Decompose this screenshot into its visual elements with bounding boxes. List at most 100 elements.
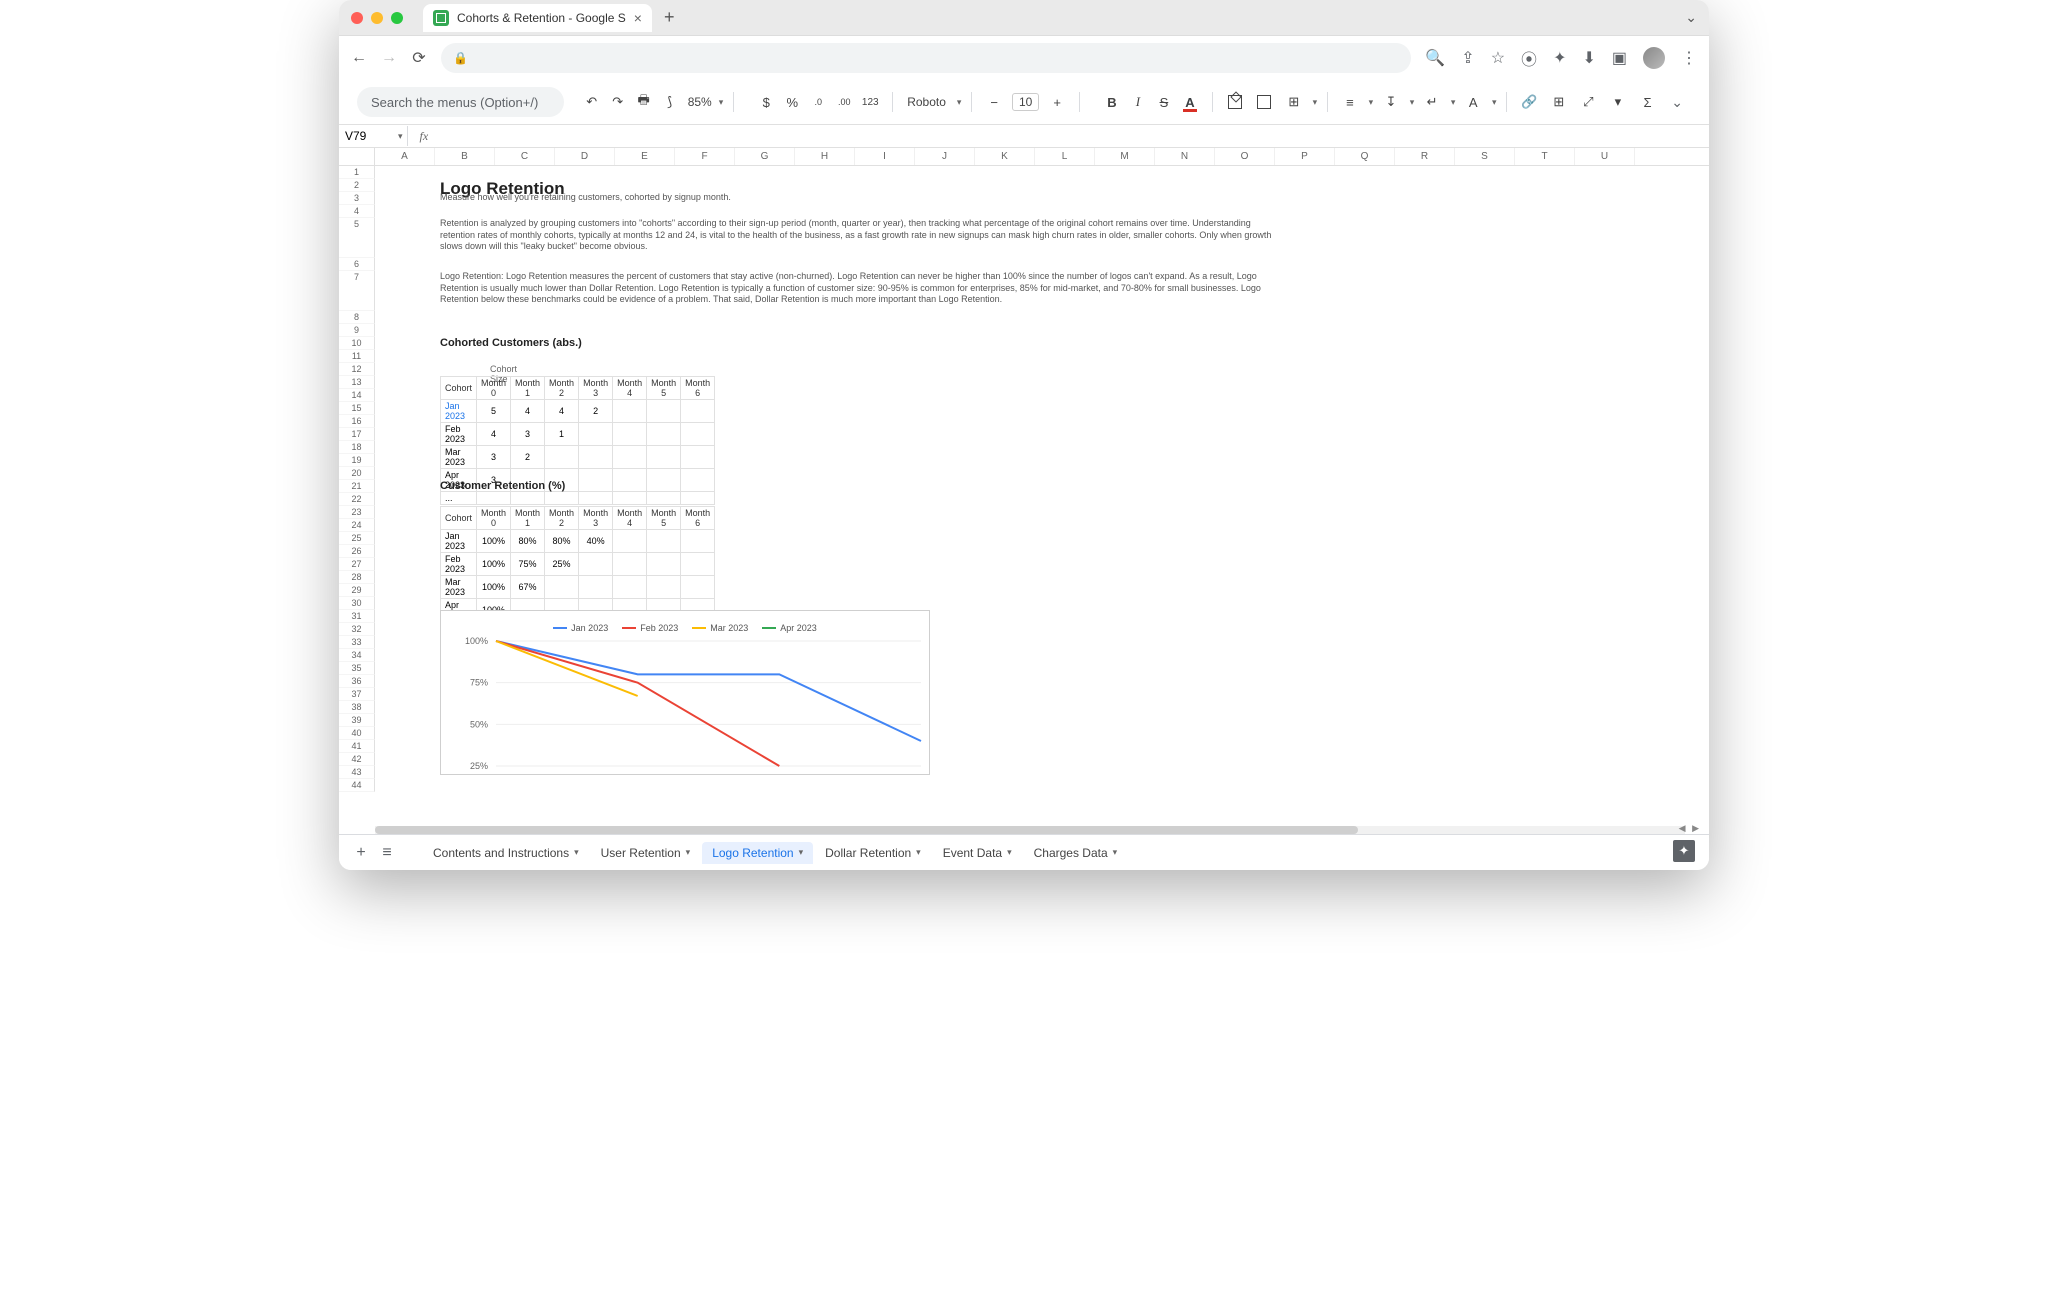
row-header[interactable]: 41 bbox=[339, 740, 375, 753]
valign-button[interactable]: ↧ bbox=[1379, 90, 1403, 114]
lens-icon[interactable]: 🔍 bbox=[1425, 48, 1445, 68]
column-header[interactable]: F bbox=[675, 148, 735, 165]
row-header[interactable]: 42 bbox=[339, 753, 375, 766]
bold-button[interactable]: B bbox=[1100, 90, 1124, 114]
functions-button[interactable]: Σ bbox=[1636, 90, 1660, 114]
column-header[interactable]: K bbox=[975, 148, 1035, 165]
back-button[interactable]: ← bbox=[351, 50, 367, 66]
column-header[interactable]: P bbox=[1275, 148, 1335, 165]
column-header[interactable]: N bbox=[1155, 148, 1215, 165]
row-header[interactable]: 14 bbox=[339, 389, 375, 402]
row-header[interactable]: 34 bbox=[339, 649, 375, 662]
collapse-toolbar-icon[interactable]: ⌄ bbox=[1671, 94, 1683, 111]
account-icon[interactable]: ⦿ bbox=[1521, 46, 1537, 70]
link-button[interactable]: 🔗 bbox=[1517, 90, 1541, 114]
close-tab-icon[interactable]: × bbox=[634, 10, 642, 26]
zoom-chevron-icon[interactable]: ▾ bbox=[719, 97, 724, 108]
row-header[interactable]: 6 bbox=[339, 258, 375, 271]
column-header[interactable]: D bbox=[555, 148, 615, 165]
row-header[interactable]: 38 bbox=[339, 701, 375, 714]
row-header[interactable]: 12 bbox=[339, 363, 375, 376]
row-header[interactable]: 3 bbox=[339, 192, 375, 205]
column-header[interactable]: B bbox=[435, 148, 495, 165]
row-header[interactable]: 18 bbox=[339, 441, 375, 454]
row-header[interactable]: 8 bbox=[339, 311, 375, 324]
add-sheet-button[interactable]: + bbox=[351, 844, 371, 862]
merge-chevron-icon[interactable]: ▾ bbox=[1313, 97, 1318, 108]
row-header[interactable]: 21 bbox=[339, 480, 375, 493]
close-window-button[interactable] bbox=[351, 12, 363, 24]
rotate-button[interactable]: A bbox=[1461, 90, 1485, 114]
row-header[interactable]: 32 bbox=[339, 623, 375, 636]
column-header[interactable]: Q bbox=[1335, 148, 1395, 165]
column-header[interactable]: S bbox=[1455, 148, 1515, 165]
row-header[interactable]: 28 bbox=[339, 571, 375, 584]
row-header[interactable]: 26 bbox=[339, 545, 375, 558]
row-header[interactable]: 33 bbox=[339, 636, 375, 649]
filter-button[interactable]: ▾ bbox=[1606, 90, 1630, 114]
paint-format-button[interactable]: ⟆ bbox=[658, 90, 682, 114]
sheet-tab[interactable]: Contents and Instructions▾ bbox=[423, 842, 589, 864]
wrap-button[interactable]: ↵ bbox=[1420, 90, 1444, 114]
row-header[interactable]: 43 bbox=[339, 766, 375, 779]
column-header[interactable]: U bbox=[1575, 148, 1635, 165]
column-header[interactable]: G bbox=[735, 148, 795, 165]
chevron-down-icon[interactable]: ▾ bbox=[799, 847, 804, 858]
spreadsheet-grid[interactable]: ABCDEFGHIJKLMNOPQRSTU 123456789101112131… bbox=[339, 148, 1709, 834]
explore-button[interactable]: ✦ bbox=[1673, 840, 1695, 862]
row-header[interactable]: 9 bbox=[339, 324, 375, 337]
minimize-window-button[interactable] bbox=[371, 12, 383, 24]
cohort-cell[interactable]: Jan 2023 bbox=[441, 400, 477, 423]
row-header[interactable]: 2 bbox=[339, 179, 375, 192]
forward-button[interactable]: → bbox=[381, 50, 397, 66]
sheet-tab[interactable]: User Retention▾ bbox=[591, 842, 701, 864]
font-size-input[interactable]: 10 bbox=[1012, 93, 1039, 111]
downloads-icon[interactable]: ⬇ bbox=[1582, 48, 1595, 68]
column-header[interactable]: M bbox=[1095, 148, 1155, 165]
strikethrough-button[interactable]: S bbox=[1152, 90, 1176, 114]
percent-button[interactable]: % bbox=[780, 90, 804, 114]
row-header[interactable]: 27 bbox=[339, 558, 375, 571]
zoom-dropdown[interactable]: 85% bbox=[684, 95, 716, 109]
all-sheets-button[interactable]: ≡ bbox=[377, 844, 397, 862]
sheet-tab[interactable]: Charges Data▾ bbox=[1024, 842, 1128, 864]
comment-button[interactable]: ⊞ bbox=[1547, 90, 1571, 114]
column-header[interactable]: O bbox=[1215, 148, 1275, 165]
decrease-decimal-button[interactable]: .0 bbox=[806, 90, 830, 114]
row-header[interactable]: 15 bbox=[339, 402, 375, 415]
column-header[interactable]: A bbox=[375, 148, 435, 165]
column-header[interactable]: H bbox=[795, 148, 855, 165]
row-header[interactable]: 19 bbox=[339, 454, 375, 467]
row-header[interactable]: 10 bbox=[339, 337, 375, 350]
sheet-tab[interactable]: Dollar Retention▾ bbox=[815, 842, 931, 864]
row-header[interactable]: 37 bbox=[339, 688, 375, 701]
horizontal-scrollbar[interactable] bbox=[375, 826, 1685, 834]
chevron-down-icon[interactable]: ▾ bbox=[916, 847, 921, 858]
fullscreen-window-button[interactable] bbox=[391, 12, 403, 24]
decrease-font-button[interactable]: − bbox=[982, 90, 1006, 114]
sidepanel-icon[interactable]: ▣ bbox=[1612, 48, 1627, 68]
chart-button[interactable]: ⤢ bbox=[1577, 90, 1601, 114]
font-chevron-icon[interactable]: ▾ bbox=[957, 97, 962, 108]
row-header[interactable]: 17 bbox=[339, 428, 375, 441]
column-header[interactable]: E bbox=[615, 148, 675, 165]
reload-button[interactable]: ⟳ bbox=[411, 50, 427, 66]
fill-color-button[interactable] bbox=[1223, 90, 1247, 114]
row-header[interactable]: 44 bbox=[339, 779, 375, 792]
search-menus-input[interactable]: Search the menus (Option+/) bbox=[357, 87, 564, 117]
column-header[interactable]: C bbox=[495, 148, 555, 165]
row-header[interactable]: 5 bbox=[339, 218, 375, 258]
row-header[interactable]: 35 bbox=[339, 662, 375, 675]
kebab-menu-icon[interactable]: ⋮ bbox=[1681, 48, 1697, 68]
row-header[interactable]: 7 bbox=[339, 271, 375, 311]
row-header[interactable]: 40 bbox=[339, 727, 375, 740]
chevron-down-icon[interactable]: ▾ bbox=[574, 847, 579, 858]
merge-button[interactable]: ⊞ bbox=[1282, 90, 1306, 114]
scrollbar-thumb[interactable] bbox=[375, 826, 1358, 834]
text-color-button[interactable]: A bbox=[1185, 95, 1194, 110]
row-header[interactable]: 23 bbox=[339, 506, 375, 519]
row-header[interactable]: 31 bbox=[339, 610, 375, 623]
name-box[interactable]: V79 bbox=[339, 129, 397, 143]
sheet-tab[interactable]: Logo Retention▾ bbox=[702, 842, 813, 864]
row-header[interactable]: 20 bbox=[339, 467, 375, 480]
